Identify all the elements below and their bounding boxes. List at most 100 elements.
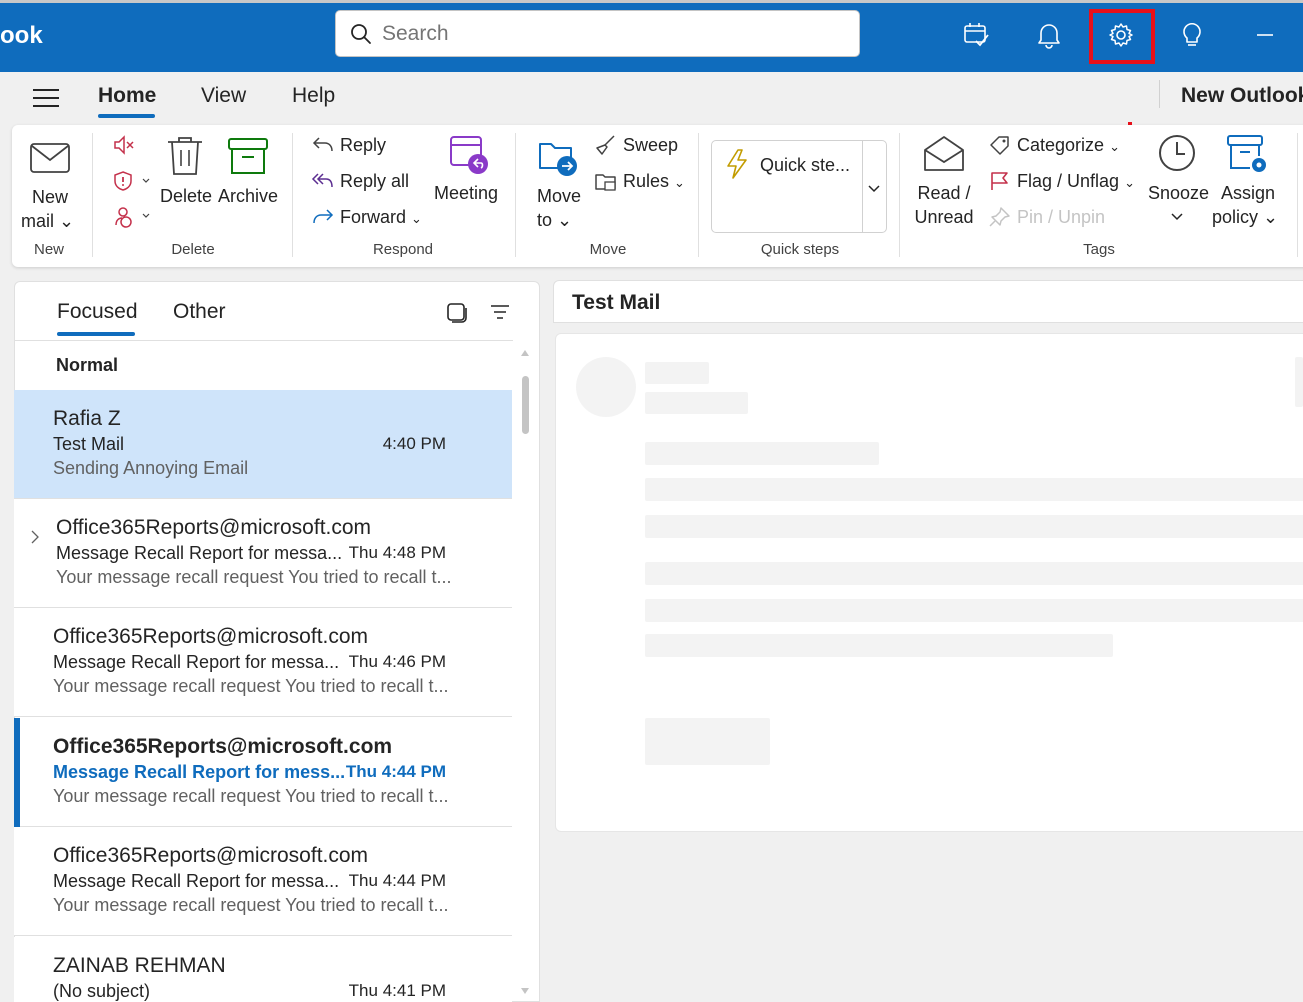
mail-time: Thu 4:48 PM xyxy=(348,543,446,562)
mail-item[interactable]: Office365Reports@microsoft.com Message R… xyxy=(14,608,512,717)
calendar-check-icon[interactable] xyxy=(959,18,993,52)
mail-subject: Message Recall Report for messa... xyxy=(53,652,340,672)
scroll-down-icon[interactable] xyxy=(520,987,530,995)
mail-time: Thu 4:41 PM xyxy=(348,981,446,1000)
mail-item[interactable]: ZAINAB REHMAN (No subject) Thu 4:41 PM xyxy=(14,937,512,1002)
flag-icon xyxy=(991,172,1008,190)
forward-label: Forward ⌄ xyxy=(340,207,422,227)
reply-all-icon xyxy=(311,173,333,188)
meeting-label: Meeting xyxy=(434,183,499,203)
tab-other[interactable]: Other xyxy=(173,300,226,324)
mail-subject: Message Recall Report for messa... xyxy=(56,543,343,563)
flag-unflag-label-text: Flag / Unflag xyxy=(1017,171,1120,191)
hamburger-menu-icon[interactable] xyxy=(33,88,59,108)
mail-sender: Office365Reports@microsoft.com xyxy=(53,735,393,758)
envelope-icon xyxy=(30,143,70,173)
unread-indicator xyxy=(14,718,20,827)
folder-rules-icon xyxy=(595,174,616,191)
filter-icon[interactable] xyxy=(490,304,510,320)
clock-icon xyxy=(1159,135,1195,171)
quick-steps-item[interactable]: Quick ste... xyxy=(760,153,850,177)
active-tab-indicator xyxy=(98,114,155,118)
scroll-up-icon[interactable] xyxy=(520,349,530,357)
mute-icon[interactable] xyxy=(112,134,136,156)
pin-icon xyxy=(989,207,1010,227)
group-label-move: Move xyxy=(589,241,627,258)
mail-sender: Office365Reports@microsoft.com xyxy=(56,516,372,539)
new-mail-label-2: mail ⌄ xyxy=(21,211,75,231)
forward-icon xyxy=(313,209,334,224)
ribbon-divider xyxy=(292,133,293,257)
group-label-quick-steps: Quick steps xyxy=(760,241,840,258)
chevron-down-icon xyxy=(1171,213,1183,221)
select-mode-icon[interactable] xyxy=(446,302,468,324)
new-mail-label-2-text: mail xyxy=(21,211,55,231)
pin-unpin-label: Pin / Unpin xyxy=(1017,207,1106,227)
mail-subject: (No subject) xyxy=(53,981,151,1001)
read-unread-label-1: Read / xyxy=(917,183,971,203)
mail-sender: Office365Reports@microsoft.com xyxy=(53,844,369,867)
new-mail-label-1: New xyxy=(31,187,68,207)
chevron-down-icon[interactable] xyxy=(867,183,881,195)
mail-preview: Your message recall request You tried to… xyxy=(53,895,449,915)
loading-line-placeholder xyxy=(645,562,1303,585)
reading-pane-title: Test Mail xyxy=(572,291,661,314)
chevron-right-icon[interactable] xyxy=(30,529,40,545)
loading-line-placeholder xyxy=(645,362,709,384)
lightning-icon xyxy=(727,149,747,179)
ribbon-divider xyxy=(899,133,900,257)
group-label-delete: Delete xyxy=(171,241,215,258)
list-divider xyxy=(14,340,513,341)
mail-preview: Your message recall request You tried to… xyxy=(53,676,449,696)
assign-policy-label-2-text: policy xyxy=(1212,207,1259,227)
menu-divider xyxy=(1159,80,1160,108)
snooze-label: Snooze xyxy=(1148,183,1210,203)
mail-subject: Message Recall Report for messa... xyxy=(53,871,340,891)
ribbon-divider xyxy=(515,133,516,257)
mail-subject: Message Recall Report for mess... xyxy=(53,762,346,782)
quick-steps-divider xyxy=(862,141,863,232)
tab-focused[interactable]: Focused xyxy=(57,300,138,324)
loading-avatar-placeholder xyxy=(576,357,636,417)
reply-icon xyxy=(312,137,333,152)
categorize-label-text: Categorize xyxy=(1017,135,1105,155)
mail-time: Thu 4:44 PM xyxy=(348,871,446,890)
group-label-respond: Respond xyxy=(372,241,434,258)
mail-list-scrollbar[interactable] xyxy=(518,343,532,1002)
lightbulb-icon[interactable] xyxy=(1175,18,1209,52)
flag-unflag-label: Flag / Unflag ⌄ xyxy=(1017,171,1135,191)
mail-preview: Your message recall request You tried to… xyxy=(56,567,452,587)
categorize-label: Categorize ⌄ xyxy=(1017,135,1120,155)
search-input[interactable] xyxy=(382,21,822,46)
settings-highlight-box xyxy=(1089,9,1155,64)
loading-line-placeholder xyxy=(645,634,1113,657)
tab-help[interactable]: Help xyxy=(292,84,335,108)
search-icon xyxy=(351,23,371,44)
move-to-label-2-text: to xyxy=(537,210,553,230)
sweep-label: Sweep xyxy=(623,135,679,155)
report-icon[interactable] xyxy=(112,205,152,229)
mail-item[interactable]: Office365Reports@microsoft.com Message R… xyxy=(14,499,512,608)
focused-tab-indicator xyxy=(57,332,135,336)
search-box[interactable] xyxy=(335,10,860,57)
new-outlook-toggle[interactable]: New Outlook xyxy=(1181,84,1303,108)
minimize-icon[interactable] xyxy=(1248,18,1282,52)
mail-item[interactable]: Office365Reports@microsoft.com Message R… xyxy=(14,718,512,827)
forward-label-text: Forward xyxy=(340,207,407,227)
loading-line-placeholder xyxy=(645,392,748,414)
archive-settings-icon xyxy=(1227,135,1266,172)
tab-view[interactable]: View xyxy=(201,84,246,108)
scroll-thumb[interactable] xyxy=(522,376,529,434)
archive-icon xyxy=(228,138,268,174)
delete-label: Delete xyxy=(160,186,213,206)
mail-item[interactable]: Office365Reports@microsoft.com Message R… xyxy=(14,827,512,936)
move-to-label-2: to ⌄ xyxy=(537,210,573,230)
mail-item[interactable]: Rafia Z Test Mail 4:40 PM Sending Annoyi… xyxy=(14,390,512,499)
trash-icon xyxy=(168,137,202,175)
bell-icon[interactable] xyxy=(1032,18,1066,52)
ribbon-divider xyxy=(92,133,93,257)
shield-block-icon[interactable] xyxy=(112,170,152,192)
tab-home[interactable]: Home xyxy=(98,84,156,108)
move-to-label-1: Move xyxy=(537,186,582,206)
ribbon-divider xyxy=(1297,133,1298,257)
